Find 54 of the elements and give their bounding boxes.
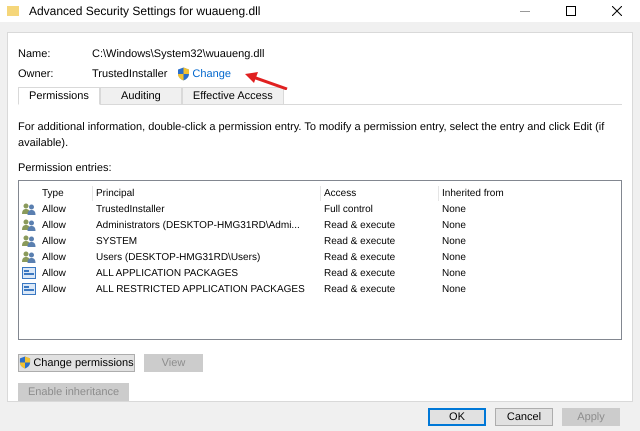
table-cell-text: TrustedInstaller	[95, 202, 166, 217]
table-cell-text: None	[441, 282, 467, 297]
table-cell-text: Allow	[41, 218, 67, 233]
table-cell-text: None	[441, 250, 467, 265]
annotation-arrow	[245, 72, 289, 90]
table-cell-text: Read & execute	[323, 250, 396, 265]
table-cell-text: Allow	[41, 202, 67, 217]
table-cell-text: Read & execute	[323, 266, 396, 281]
tab[interactable]: Permissions	[18, 86, 100, 105]
dialog-button[interactable]: Change permissions	[18, 354, 135, 372]
column-header[interactable]: Access	[321, 186, 439, 201]
table-cell-text: None	[441, 218, 467, 233]
maximize-icon	[566, 6, 576, 16]
table-cell-text: Allow	[41, 266, 67, 281]
package-icon	[22, 283, 36, 296]
table-cell-text: Allow	[41, 234, 67, 249]
table-cell-text: None	[441, 234, 467, 249]
table-cell-text: Users (DESKTOP-HMG31RD\Users)	[95, 250, 262, 265]
table-cell-text: SYSTEM	[95, 234, 138, 249]
table-cell-text: Full control	[323, 202, 374, 217]
table-cell-text: Read & execute	[323, 218, 396, 233]
users-icon	[22, 219, 36, 232]
table-cell-text: None	[441, 202, 467, 217]
close-icon	[612, 6, 622, 16]
table-cell-text: ALL APPLICATION PACKAGES	[95, 266, 240, 281]
column-header[interactable]: Principal	[93, 186, 321, 201]
column-header[interactable]: Type	[39, 186, 93, 201]
ok-button[interactable]: OK	[428, 408, 486, 426]
users-icon	[22, 251, 36, 264]
table-cell-text: ALL RESTRICTED APPLICATION PACKAGES	[95, 282, 306, 297]
name-value: C:\Windows\System32\wuaueng.dll	[92, 47, 264, 62]
shield-icon	[177, 67, 190, 82]
table-cell-text: Read & execute	[323, 282, 396, 297]
owner-value: TrustedInstaller	[92, 66, 168, 82]
table-cell-text: Allow	[41, 282, 67, 297]
owner-label: Owner:	[18, 66, 54, 82]
table-cell-text: None	[441, 266, 467, 281]
column-header[interactable]: Inherited from	[439, 186, 569, 201]
users-icon	[22, 235, 36, 248]
window-title: Advanced Security Settings for wuaueng.dll	[29, 3, 260, 20]
tab[interactable]: Effective Access	[182, 86, 284, 105]
folder-icon	[7, 5, 19, 17]
name-label: Name:	[18, 47, 52, 62]
users-icon	[22, 203, 36, 216]
dialog-button[interactable]: Cancel	[495, 408, 553, 426]
minimize-icon	[520, 10, 530, 12]
package-icon	[22, 267, 36, 280]
change-link[interactable]: Change	[192, 66, 231, 82]
table-cell-text: Allow	[41, 250, 67, 265]
info-text: For additional information, double-click a permission entry. To modify a permission entry, select the entry and click Edit (if available).	[18, 120, 606, 152]
table-cell-text: Administrators (DESKTOP-HMG31RD\Admi...	[95, 218, 301, 233]
entries-label: Permission entries:	[18, 160, 113, 176]
tab[interactable]: Auditing	[100, 86, 182, 105]
table-cell-text: Read & execute	[323, 234, 396, 249]
